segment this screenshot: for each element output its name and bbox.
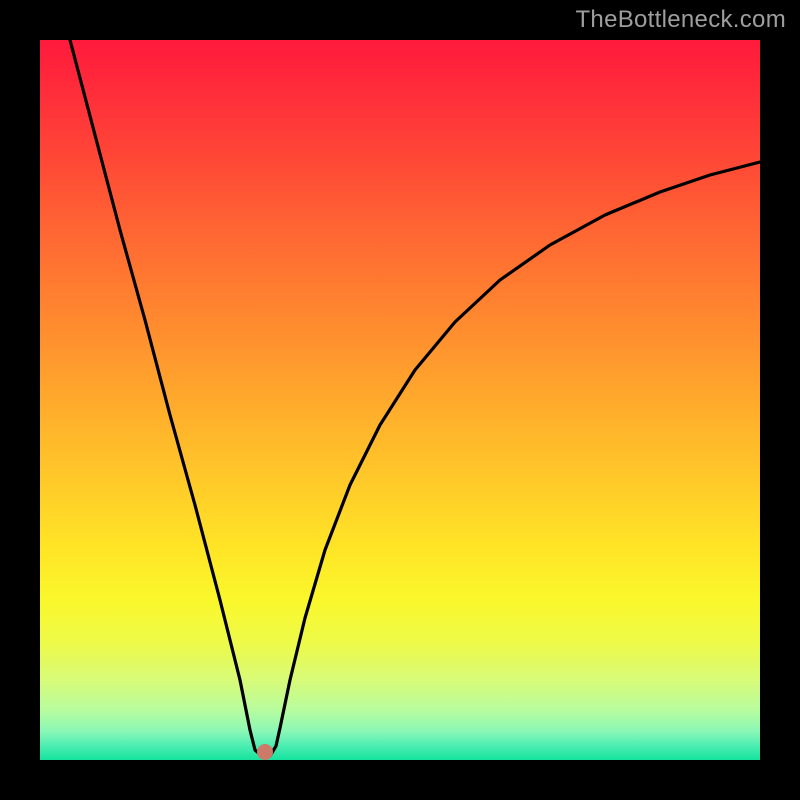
curve-path: [70, 40, 760, 756]
bottleneck-curve: [40, 40, 760, 760]
optimum-marker: [257, 744, 273, 760]
chart-frame: TheBottleneck.com: [0, 0, 800, 800]
watermark-text: TheBottleneck.com: [575, 6, 786, 34]
plot-area: [40, 40, 760, 760]
